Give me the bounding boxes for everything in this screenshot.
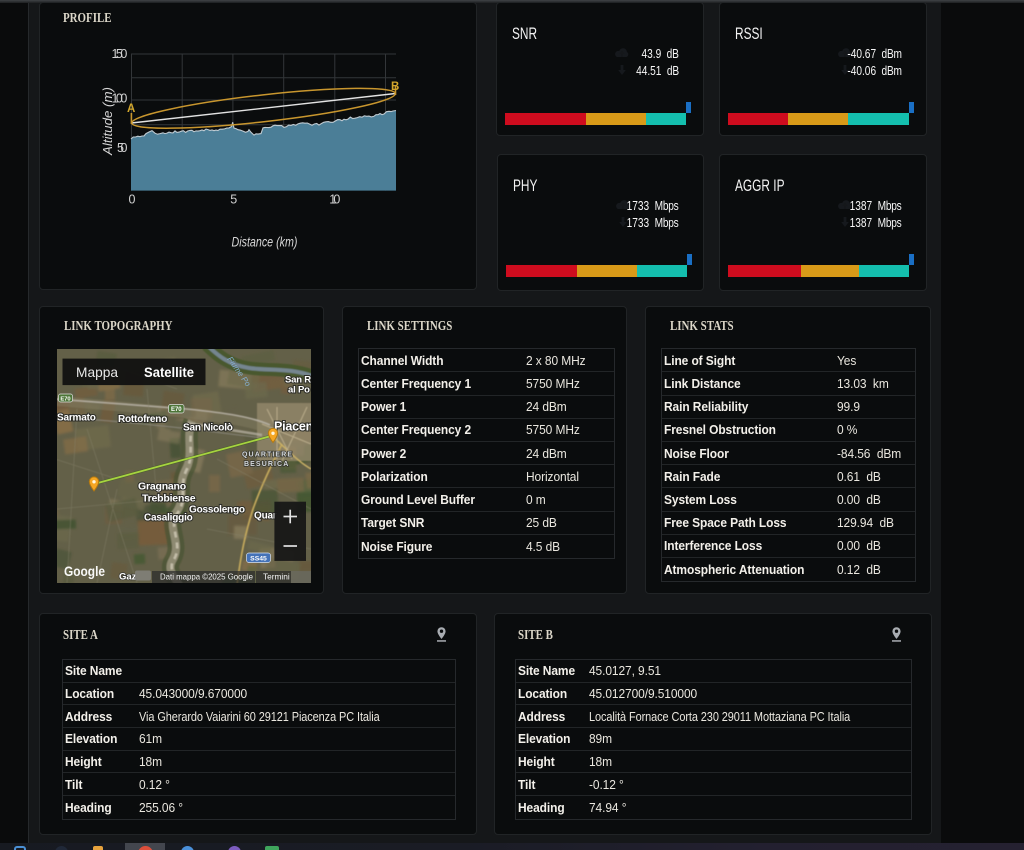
- svg-text:Quar: Quar: [254, 511, 277, 522]
- svg-text:Gossolengo: Gossolengo: [189, 505, 245, 516]
- svg-text:Satellite: Satellite: [144, 364, 194, 380]
- svg-text:Google: Google: [64, 564, 105, 579]
- svg-text:San Nicolò: San Nicolò: [183, 423, 233, 434]
- svg-text:Rottofreno: Rottofreno: [118, 414, 167, 425]
- svg-text:BESURICA: BESURICA: [244, 461, 289, 468]
- svg-text:0: 0: [129, 193, 136, 207]
- svg-text:Trebbiense: Trebbiense: [142, 493, 196, 505]
- svg-text:50: 50: [117, 141, 128, 155]
- svg-text:Casaliggio: Casaliggio: [144, 513, 193, 524]
- svg-text:A: A: [127, 103, 135, 115]
- svg-text:Altitude (m): Altitude (m): [100, 87, 115, 156]
- svg-text:Termini: Termini: [263, 572, 290, 582]
- svg-text:Piacen: Piacen: [274, 420, 311, 434]
- svg-text:Mappa: Mappa: [76, 364, 118, 380]
- svg-text:SS45: SS45: [250, 555, 267, 562]
- svg-text:B: B: [391, 81, 399, 93]
- svg-text:E70: E70: [171, 407, 182, 413]
- svg-text:Gragnano: Gragnano: [138, 481, 186, 493]
- svg-text:150: 150: [112, 47, 128, 61]
- svg-text:Dati mappa ©2025 Google: Dati mappa ©2025 Google: [160, 572, 253, 582]
- svg-text:al Po: al Po: [288, 385, 310, 396]
- svg-text:Distance (km): Distance (km): [232, 235, 298, 250]
- svg-text:Gaz: Gaz: [119, 572, 137, 583]
- svg-text:E70: E70: [60, 396, 70, 402]
- svg-text:5: 5: [230, 193, 237, 207]
- svg-text:10: 10: [329, 193, 340, 207]
- svg-text:Sarmato: Sarmato: [57, 413, 96, 424]
- svg-text:QUARTIERE: QUARTIERE: [242, 452, 293, 459]
